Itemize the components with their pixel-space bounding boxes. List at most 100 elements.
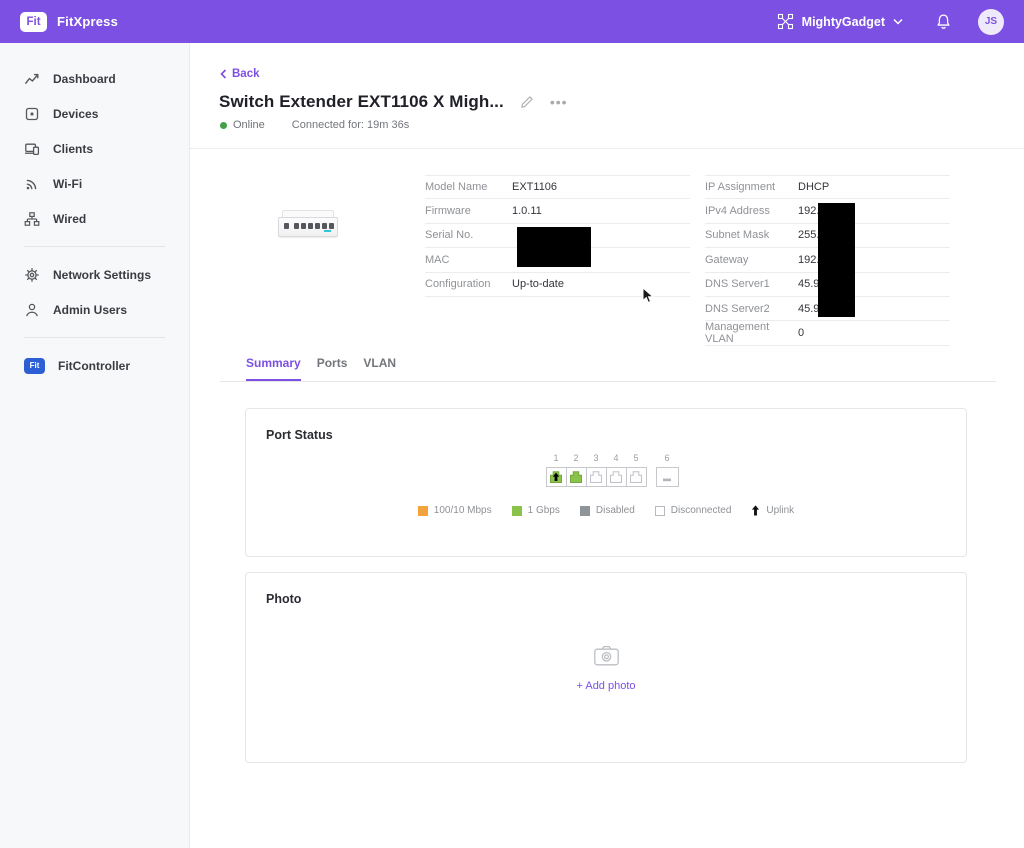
connected-duration: Connected for: 19m 36s (292, 119, 409, 131)
pencil-icon (520, 95, 534, 109)
legend-swatch (512, 506, 522, 516)
port-3: 3 (586, 453, 607, 487)
site-name: MightyGadget (802, 15, 885, 29)
info-label: Gateway (705, 254, 798, 266)
page-title: Switch Extender EXT1106 X Migh... (219, 92, 504, 112)
info-value: EXT1106 (512, 181, 557, 193)
topology-icon (777, 13, 794, 30)
legend-label: Disabled (596, 505, 635, 516)
sidebar-label: FitController (58, 359, 130, 373)
legend-item: Disconnected (655, 505, 732, 516)
main-content: Back Switch Extender EXT1106 X Migh... •… (190, 43, 1024, 848)
edit-title-button[interactable] (520, 95, 534, 109)
sidebar-item-clients[interactable]: Clients (0, 131, 189, 166)
sidebar-label: Devices (53, 107, 98, 121)
info-label: IPv4 Address (705, 205, 798, 217)
info-value: DHCP (798, 181, 829, 193)
port-6: 6 (656, 453, 679, 487)
sidebar-item-wired[interactable]: Wired (0, 201, 189, 236)
top-bar: Fit FitXpress MightyGadget JS (0, 0, 1024, 43)
tab-summary[interactable]: Summary (246, 356, 301, 381)
table-row: Configuration Up-to-date (425, 273, 690, 297)
sidebar-item-dashboard[interactable]: Dashboard (0, 61, 189, 96)
sidebar-label: Clients (53, 142, 93, 156)
info-label: Firmware (425, 205, 512, 217)
fitxpress-logo-icon: Fit (20, 12, 47, 32)
wired-icon (24, 211, 40, 227)
back-button[interactable]: Back (220, 68, 260, 80)
tab-ports[interactable]: Ports (317, 356, 348, 381)
redaction-box (517, 227, 591, 267)
port-icon (586, 467, 607, 487)
sidebar-item-devices[interactable]: Devices (0, 96, 189, 131)
port-1: 1 (546, 453, 567, 487)
port-icon (606, 467, 627, 487)
table-row: IP Assignment DHCP (705, 175, 950, 199)
notifications-button[interactable] (935, 13, 952, 31)
sidebar: Dashboard Devices Clients Wi-Fi (0, 43, 190, 848)
brand-name: FitXpress (57, 14, 118, 29)
info-label: DNS Server2 (705, 303, 798, 315)
info-label: IP Assignment (705, 181, 798, 193)
avatar[interactable]: JS (978, 9, 1004, 35)
port-legend: 100/10 Mbps 1 Gbps Disabled Disconnected (246, 505, 966, 516)
clients-icon (24, 141, 40, 157)
card-title: Photo (246, 573, 966, 606)
legend-swatch (418, 506, 428, 516)
port-icon (626, 467, 647, 487)
sidebar-divider (24, 246, 165, 247)
legend-item: Uplink (751, 505, 794, 516)
tab-vlan[interactable]: VLAN (363, 356, 396, 381)
online-status-label: Online (233, 119, 265, 131)
chevron-left-icon (220, 69, 227, 79)
chevron-down-icon (893, 18, 903, 25)
legend-label: 1 Gbps (528, 505, 560, 516)
sidebar-item-network-settings[interactable]: Network Settings (0, 257, 189, 292)
sidebar-label: Wired (53, 212, 86, 226)
legend-label: Uplink (766, 505, 794, 516)
header-divider (190, 148, 1024, 149)
bell-icon (935, 13, 952, 31)
legend-swatch (655, 506, 665, 516)
legend-item: 1 Gbps (512, 505, 560, 516)
legend-label: Disconnected (671, 505, 732, 516)
info-label: MAC (425, 254, 512, 266)
port-number: 1 (553, 453, 558, 463)
device-thumbnail (278, 203, 342, 247)
gear-icon (24, 267, 40, 283)
info-label: Subnet Mask (705, 229, 798, 241)
sidebar-item-wifi[interactable]: Wi-Fi (0, 166, 189, 201)
tab-bar: Summary Ports VLAN (220, 356, 996, 382)
dashboard-icon (24, 71, 40, 87)
sidebar-label: Admin Users (53, 303, 127, 317)
sidebar-item-fitcontroller[interactable]: Fit FitController (0, 348, 189, 383)
wifi-icon (24, 176, 40, 192)
more-options-button[interactable]: ••• (550, 98, 568, 106)
person-icon (24, 302, 40, 318)
port-icon (566, 467, 587, 487)
legend-swatch (580, 506, 590, 516)
port-5: 5 (626, 453, 647, 487)
redaction-box (818, 203, 855, 317)
table-row: Firmware 1.0.11 (425, 199, 690, 223)
port-diagram: 1 2 3 4 (258, 453, 966, 487)
sidebar-label: Dashboard (53, 72, 116, 86)
site-switcher[interactable]: MightyGadget (777, 13, 903, 30)
sidebar-divider (24, 337, 165, 338)
info-label: Serial No. (425, 229, 512, 241)
port-number: 6 (664, 453, 669, 463)
devices-icon (24, 106, 40, 122)
info-value: 0 (798, 327, 804, 339)
info-label: Management VLAN (705, 321, 798, 345)
port-number: 4 (613, 453, 618, 463)
legend-label: 100/10 Mbps (434, 505, 492, 516)
info-label: DNS Server1 (705, 278, 798, 290)
add-photo-button[interactable]: + Add photo (576, 680, 635, 692)
port-number: 3 (593, 453, 598, 463)
info-label: Model Name (425, 181, 512, 193)
info-label: Configuration (425, 278, 512, 290)
legend-item: 100/10 Mbps (418, 505, 492, 516)
sidebar-item-admin-users[interactable]: Admin Users (0, 292, 189, 327)
port-icon (656, 467, 679, 487)
card-title: Port Status (246, 409, 966, 442)
